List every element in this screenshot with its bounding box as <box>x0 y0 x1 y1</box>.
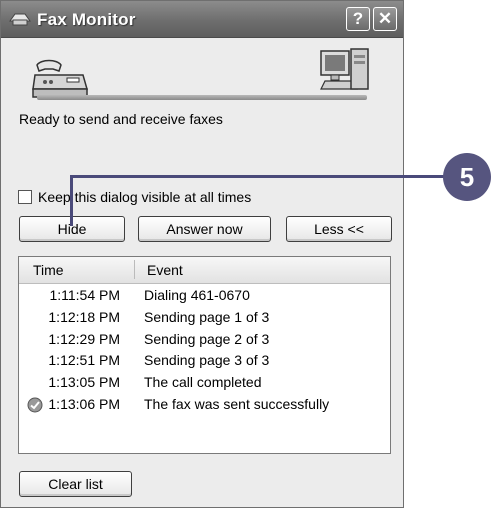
success-check-icon <box>27 397 43 413</box>
column-divider[interactable] <box>134 260 135 279</box>
list-item[interactable]: 1:13:05 PM The call completed <box>19 373 390 395</box>
close-button[interactable]: ✕ <box>373 7 397 31</box>
column-header-time[interactable]: Time <box>33 262 64 278</box>
list-item[interactable]: 1:13:06 PM The fax was sent successfully <box>19 395 390 417</box>
event-text: Sending page 2 of 3 <box>144 330 270 347</box>
fax-monitor-window: Fax Monitor ? ✕ Ready to send and receiv… <box>0 0 404 508</box>
event-time: 1:12:29 PM <box>48 330 120 347</box>
list-item[interactable]: 1:12:51 PM Sending page 3 of 3 <box>19 351 390 373</box>
fax-window-icon <box>9 13 31 26</box>
event-rows: 1:11:54 PM Dialing 461-0670 1:12:18 PM S… <box>19 286 390 417</box>
list-header: Time Event <box>19 257 390 284</box>
event-text: Sending page 3 of 3 <box>144 352 270 369</box>
event-time: 1:13:06 PM <box>48 395 120 412</box>
keep-visible-checkbox[interactable] <box>18 190 32 204</box>
event-text: The call completed <box>144 374 262 391</box>
event-text: Dialing 461-0670 <box>144 287 250 303</box>
callout-leader-vertical <box>70 176 73 226</box>
help-button[interactable]: ? <box>346 7 370 31</box>
list-item[interactable]: 1:11:54 PM Dialing 461-0670 <box>19 286 390 308</box>
event-time: 1:11:54 PM <box>49 287 120 303</box>
clear-list-button[interactable]: Clear list <box>19 471 132 497</box>
step-callout-badge: 5 <box>443 153 491 201</box>
column-header-event[interactable]: Event <box>147 262 183 278</box>
callout-leader-horizontal <box>70 175 462 178</box>
list-item[interactable]: 1:12:18 PM Sending page 1 of 3 <box>19 308 390 330</box>
event-list[interactable]: Time Event 1:11:54 PM Dialing 461-0670 1… <box>18 256 391 454</box>
title-bar[interactable]: Fax Monitor ? ✕ <box>1 1 403 38</box>
window-title: Fax Monitor <box>37 10 136 29</box>
event-time: 1:13:05 PM <box>48 374 120 391</box>
less-button[interactable]: Less << <box>286 216 392 242</box>
answer-now-button[interactable]: Answer now <box>138 216 271 242</box>
event-time: 1:12:51 PM <box>48 352 120 369</box>
event-text: The fax was sent successfully <box>144 395 330 412</box>
event-text: Sending page 1 of 3 <box>144 308 270 325</box>
network-connection-line <box>37 95 367 100</box>
list-item[interactable]: 1:12:29 PM Sending page 2 of 3 <box>19 330 390 352</box>
event-time: 1:12:18 PM <box>48 308 120 325</box>
status-message: Ready to send and receive faxes <box>19 111 223 127</box>
